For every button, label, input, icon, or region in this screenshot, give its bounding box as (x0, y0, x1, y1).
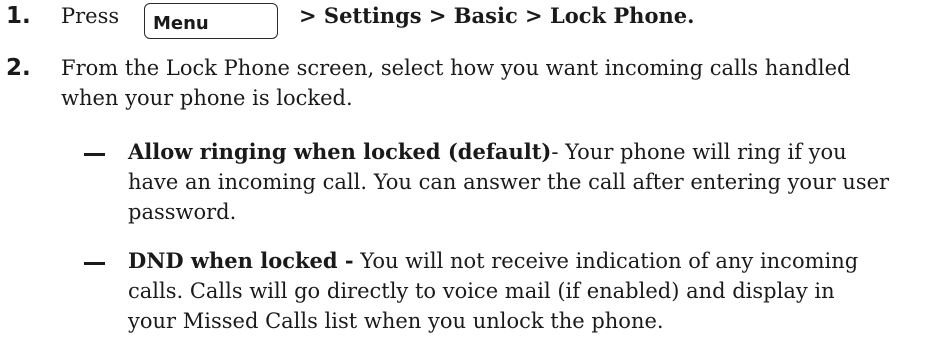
option-title: Allow ringing when locked (default) (128, 139, 552, 164)
dash-bullet (84, 153, 105, 156)
option-first-line: DND when locked - You will not receive i… (128, 246, 858, 276)
option-description-line: have an incoming call. You can answer th… (128, 170, 890, 194)
step-text-line: From the Lock Phone screen, select how y… (61, 56, 851, 80)
step-text-line: when your phone is locked. (61, 86, 353, 110)
menu-key-label: Menu (153, 13, 209, 34)
dash-bullet (84, 262, 105, 265)
option-description: Your phone will ring if you (558, 140, 847, 164)
step-number: 2. (6, 55, 31, 81)
option-first-line: Allow ringing when locked (default)- You… (128, 137, 847, 167)
settings-path-text: > Settings > Basic > Lock Phone. (299, 3, 695, 28)
option-title: DND when locked - (128, 248, 354, 273)
press-text: Press (61, 4, 120, 28)
option-description-line: password. (128, 200, 237, 224)
step-number: 1. (6, 3, 31, 29)
manual-page: 1. Press Menu > Settings > Basic > Lock … (0, 0, 930, 343)
menu-key-button[interactable]: Menu (144, 3, 278, 39)
option-description-line: calls. Calls will go directly to voice m… (128, 279, 835, 303)
option-description: You will not receive indication of any i… (353, 249, 859, 273)
option-description-line: your Missed Calls list when you unlock t… (128, 309, 664, 333)
